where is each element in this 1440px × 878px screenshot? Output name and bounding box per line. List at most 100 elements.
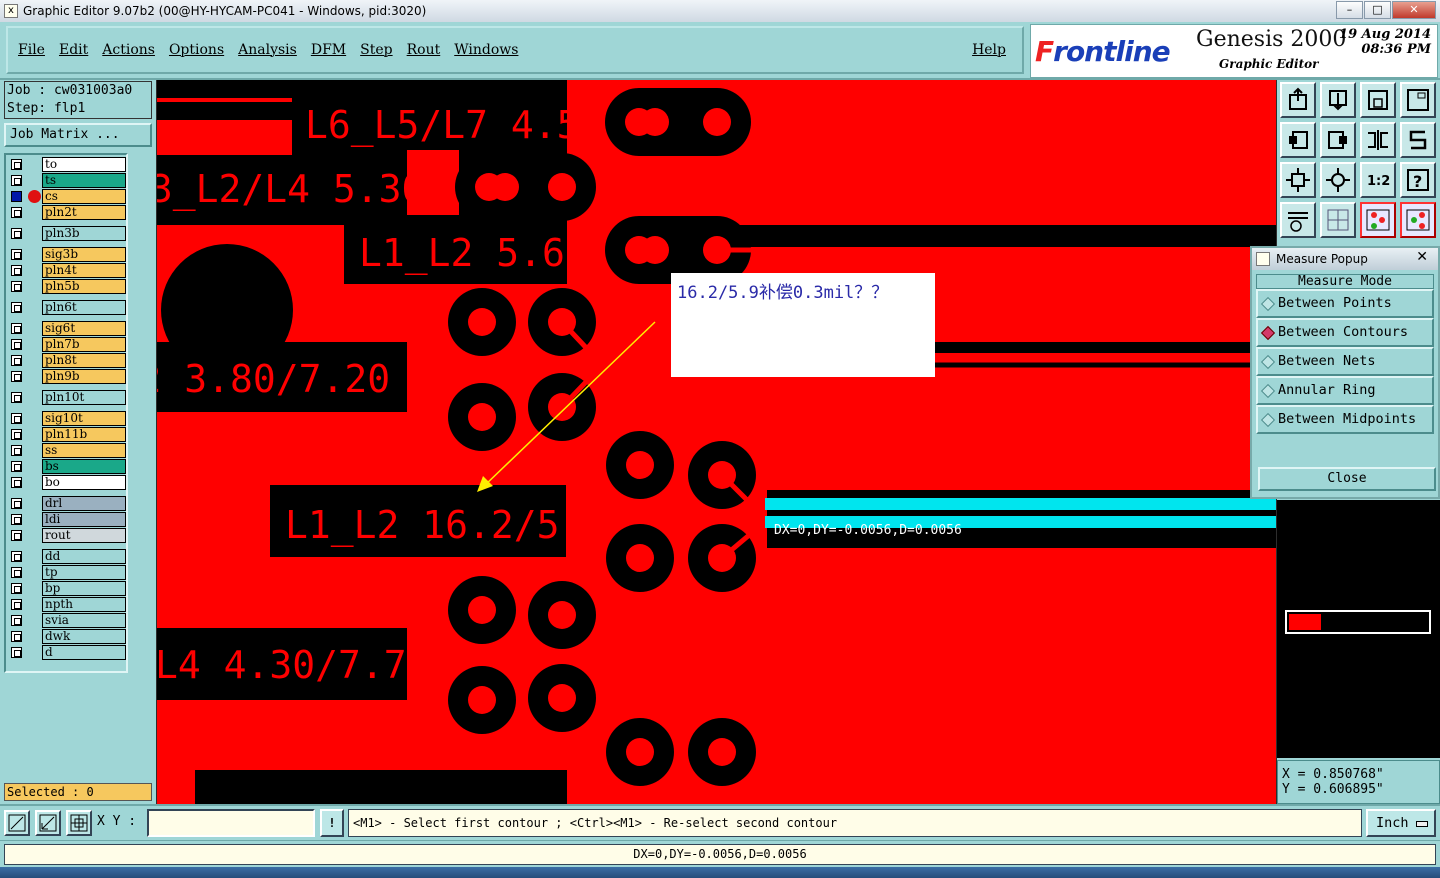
option-annular-ring[interactable]: Annular Ring: [1256, 376, 1434, 405]
layer-name[interactable]: to: [42, 157, 126, 172]
layer-checkbox[interactable]: [11, 551, 22, 562]
layer-row[interactable]: pln4t: [8, 263, 126, 278]
grid-snap-icon[interactable]: [66, 810, 92, 836]
layer-checkbox[interactable]: [11, 631, 22, 642]
menu-step[interactable]: Step: [360, 42, 392, 58]
layer-name[interactable]: ts: [42, 173, 126, 188]
layer-row[interactable]: pln2t: [8, 205, 126, 220]
layer-name[interactable]: bs: [42, 459, 126, 474]
layer-checkbox[interactable]: [11, 265, 22, 276]
layer-row[interactable]: bo: [8, 475, 126, 490]
menu-actions[interactable]: Actions: [102, 42, 155, 58]
layer-checkbox[interactable]: [11, 207, 22, 218]
maximize-button[interactable]: □: [1364, 1, 1391, 19]
menu-rout[interactable]: Rout: [407, 42, 441, 58]
layer-name[interactable]: tp: [42, 565, 126, 580]
layer-row[interactable]: pln11b: [8, 427, 126, 442]
popup-close-button[interactable]: Close: [1258, 467, 1436, 491]
layer-row[interactable]: bp: [8, 581, 126, 596]
layer-name[interactable]: pln7b: [42, 337, 126, 352]
layer-row[interactable]: d: [8, 645, 126, 660]
layer-row[interactable]: sig10t: [8, 411, 126, 426]
minimap[interactable]: [1277, 500, 1440, 758]
layer-name[interactable]: bp: [42, 581, 126, 596]
layer-checkbox[interactable]: [11, 599, 22, 610]
layer-row[interactable]: sig6t: [8, 321, 126, 336]
layer-row[interactable]: pln7b: [8, 337, 126, 352]
layer-checkbox[interactable]: [11, 530, 22, 541]
layer-row[interactable]: cs: [8, 189, 126, 204]
layer-checkbox[interactable]: [11, 615, 22, 626]
layer-row[interactable]: ts: [8, 173, 126, 188]
option-between-contours[interactable]: Between Contours: [1256, 318, 1434, 347]
layer-row[interactable]: pln5b: [8, 279, 126, 294]
layer-checkbox[interactable]: [11, 371, 22, 382]
layer-name[interactable]: dwk: [42, 629, 126, 644]
layer-row[interactable]: bs: [8, 459, 126, 474]
layer-checkbox[interactable]: [11, 413, 22, 424]
select-arrow-icon[interactable]: [4, 810, 30, 836]
menu-edit[interactable]: Edit: [59, 42, 88, 58]
layer-checkbox[interactable]: [11, 339, 22, 350]
minimize-button[interactable]: –: [1336, 1, 1363, 19]
menu-options[interactable]: Options: [169, 42, 224, 58]
layer-name[interactable]: ldi: [42, 512, 126, 527]
layer-name[interactable]: sig6t: [42, 321, 126, 336]
layer-name[interactable]: pln8t: [42, 353, 126, 368]
layer-checkbox[interactable]: [11, 461, 22, 472]
pan-right-icon[interactable]: [1320, 122, 1356, 158]
option-between-nets[interactable]: Between Nets: [1256, 347, 1434, 376]
layer-row[interactable]: pln3b: [8, 226, 126, 241]
layer-checkbox[interactable]: [11, 281, 22, 292]
layer-name[interactable]: svia: [42, 613, 126, 628]
net-display-icon[interactable]: [1400, 202, 1436, 238]
layer-row[interactable]: pln10t: [8, 390, 126, 405]
layer-row[interactable]: pln6t: [8, 300, 126, 315]
grid-icon[interactable]: [1320, 202, 1356, 238]
layer-row[interactable]: sig3b: [8, 247, 126, 262]
layer-name[interactable]: npth: [42, 597, 126, 612]
layer-name[interactable]: pln5b: [42, 279, 126, 294]
layer-name[interactable]: drl: [42, 496, 126, 511]
layer-name[interactable]: dd: [42, 549, 126, 564]
layer-name[interactable]: pln6t: [42, 300, 126, 315]
xy-input[interactable]: [147, 809, 315, 837]
layer-row[interactable]: tp: [8, 565, 126, 580]
popup-close-icon[interactable]: ✕: [1416, 246, 1428, 268]
layer-checkbox[interactable]: [11, 429, 22, 440]
layer-checkbox[interactable]: [11, 567, 22, 578]
layer-row[interactable]: dwk: [8, 629, 126, 644]
layer-row[interactable]: dd: [8, 549, 126, 564]
layer-row[interactable]: rout: [8, 528, 126, 543]
layer-checkbox[interactable]: [11, 445, 22, 456]
layer-checkbox[interactable]: [11, 249, 22, 260]
overview-icon[interactable]: [1400, 82, 1436, 118]
zoom-home-icon[interactable]: [1280, 82, 1316, 118]
layer-name[interactable]: pln2t: [42, 205, 126, 220]
layer-checkbox[interactable]: [11, 498, 22, 509]
layer-checkbox[interactable]: [11, 302, 22, 313]
layer-row[interactable]: drl: [8, 496, 126, 511]
layer-row[interactable]: ss: [8, 443, 126, 458]
layer-display-icon[interactable]: [1360, 202, 1396, 238]
layer-checkbox[interactable]: [11, 228, 22, 239]
mirror-icon[interactable]: [1360, 122, 1396, 158]
layer-checkbox[interactable]: [11, 392, 22, 403]
pan-left-icon[interactable]: [1280, 122, 1316, 158]
option-between-midpoints[interactable]: Between Midpoints: [1256, 405, 1434, 434]
menu-help[interactable]: Help: [972, 42, 1006, 58]
scale-1-2-icon[interactable]: 1:2: [1360, 162, 1396, 198]
layer-name[interactable]: ss: [42, 443, 126, 458]
layer-name[interactable]: pln9b: [42, 369, 126, 384]
layer-name[interactable]: sig3b: [42, 247, 126, 262]
layer-checkbox[interactable]: [11, 175, 22, 186]
snap-mode-icon[interactable]: [35, 810, 61, 836]
layer-checkbox[interactable]: [11, 583, 22, 594]
alert-button[interactable]: !: [320, 809, 344, 837]
layer-row[interactable]: ldi: [8, 512, 126, 527]
layer-name[interactable]: bo: [42, 475, 126, 490]
center-icon[interactable]: [1320, 162, 1356, 198]
zoom-window-icon[interactable]: [1360, 82, 1396, 118]
layer-checkbox[interactable]: [11, 159, 22, 170]
units-selector[interactable]: Inch: [1366, 809, 1436, 837]
